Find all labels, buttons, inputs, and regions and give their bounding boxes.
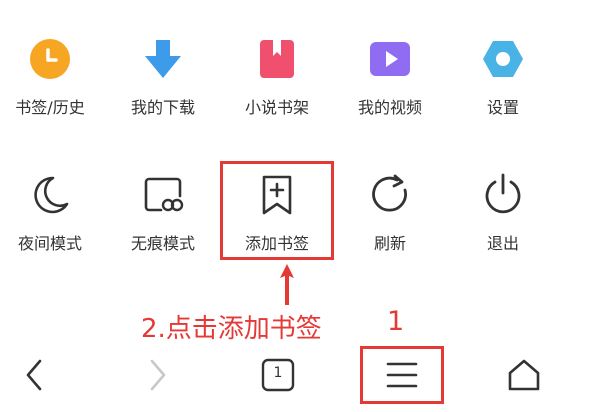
menu-item-bookmarks-history[interactable]: 书签/历史 <box>0 28 100 138</box>
power-icon <box>485 173 521 214</box>
tabs-button[interactable]: 1 <box>248 346 308 404</box>
bottom-navigation-bar: 1 <box>0 346 600 406</box>
menu-item-label: 无痕模式 <box>130 234 195 253</box>
novel-shelf-icon <box>260 40 294 78</box>
refresh-icon <box>372 174 407 212</box>
forward-icon <box>150 359 166 391</box>
annotation-step-2: 2.点击添加书签 <box>141 314 322 344</box>
menu-item-label: 我的下载 <box>130 98 195 117</box>
menu-item-novel-shelf[interactable]: 小说书架 <box>227 28 327 138</box>
menu-item-refresh[interactable]: 刷新 <box>340 162 440 272</box>
menu-item-night-mode[interactable]: 夜间模式 <box>0 162 100 272</box>
menu-item-label: 退出 <box>486 234 519 253</box>
menu-item-label: 设置 <box>486 98 519 117</box>
menu-item-settings[interactable]: 设置 <box>453 28 553 138</box>
forward-button[interactable] <box>128 346 188 404</box>
menu-row-primary: 书签/历史 我的下载 小说书架 我的视频 设置 <box>0 28 600 148</box>
highlight-add-bookmark <box>220 161 334 260</box>
settings-icon <box>483 41 523 77</box>
home-icon <box>508 359 540 391</box>
menu-item-label: 我的视频 <box>357 98 422 117</box>
menu-item-label: 小说书架 <box>244 98 309 117</box>
download-icon <box>145 40 181 78</box>
video-icon <box>370 42 410 76</box>
night-mode-icon <box>34 176 69 214</box>
home-button[interactable] <box>494 346 554 404</box>
bookmark-history-icon <box>30 39 70 79</box>
back-icon <box>26 359 42 391</box>
highlight-menu-button <box>360 346 444 404</box>
back-button[interactable] <box>4 346 64 404</box>
menu-item-exit[interactable]: 退出 <box>453 162 553 272</box>
tab-count: 1 <box>273 365 283 381</box>
arrow-up-icon <box>280 264 294 305</box>
menu-item-label: 书签/历史 <box>15 98 85 117</box>
menu-item-incognito[interactable]: 无痕模式 <box>113 162 213 272</box>
menu-item-label: 刷新 <box>373 234 406 253</box>
menu-item-label: 夜间模式 <box>17 234 82 253</box>
menu-item-my-videos[interactable]: 我的视频 <box>340 28 440 138</box>
incognito-icon <box>144 177 184 212</box>
menu-item-downloads[interactable]: 我的下载 <box>113 28 213 138</box>
annotation-step-1: 1 <box>387 306 405 337</box>
